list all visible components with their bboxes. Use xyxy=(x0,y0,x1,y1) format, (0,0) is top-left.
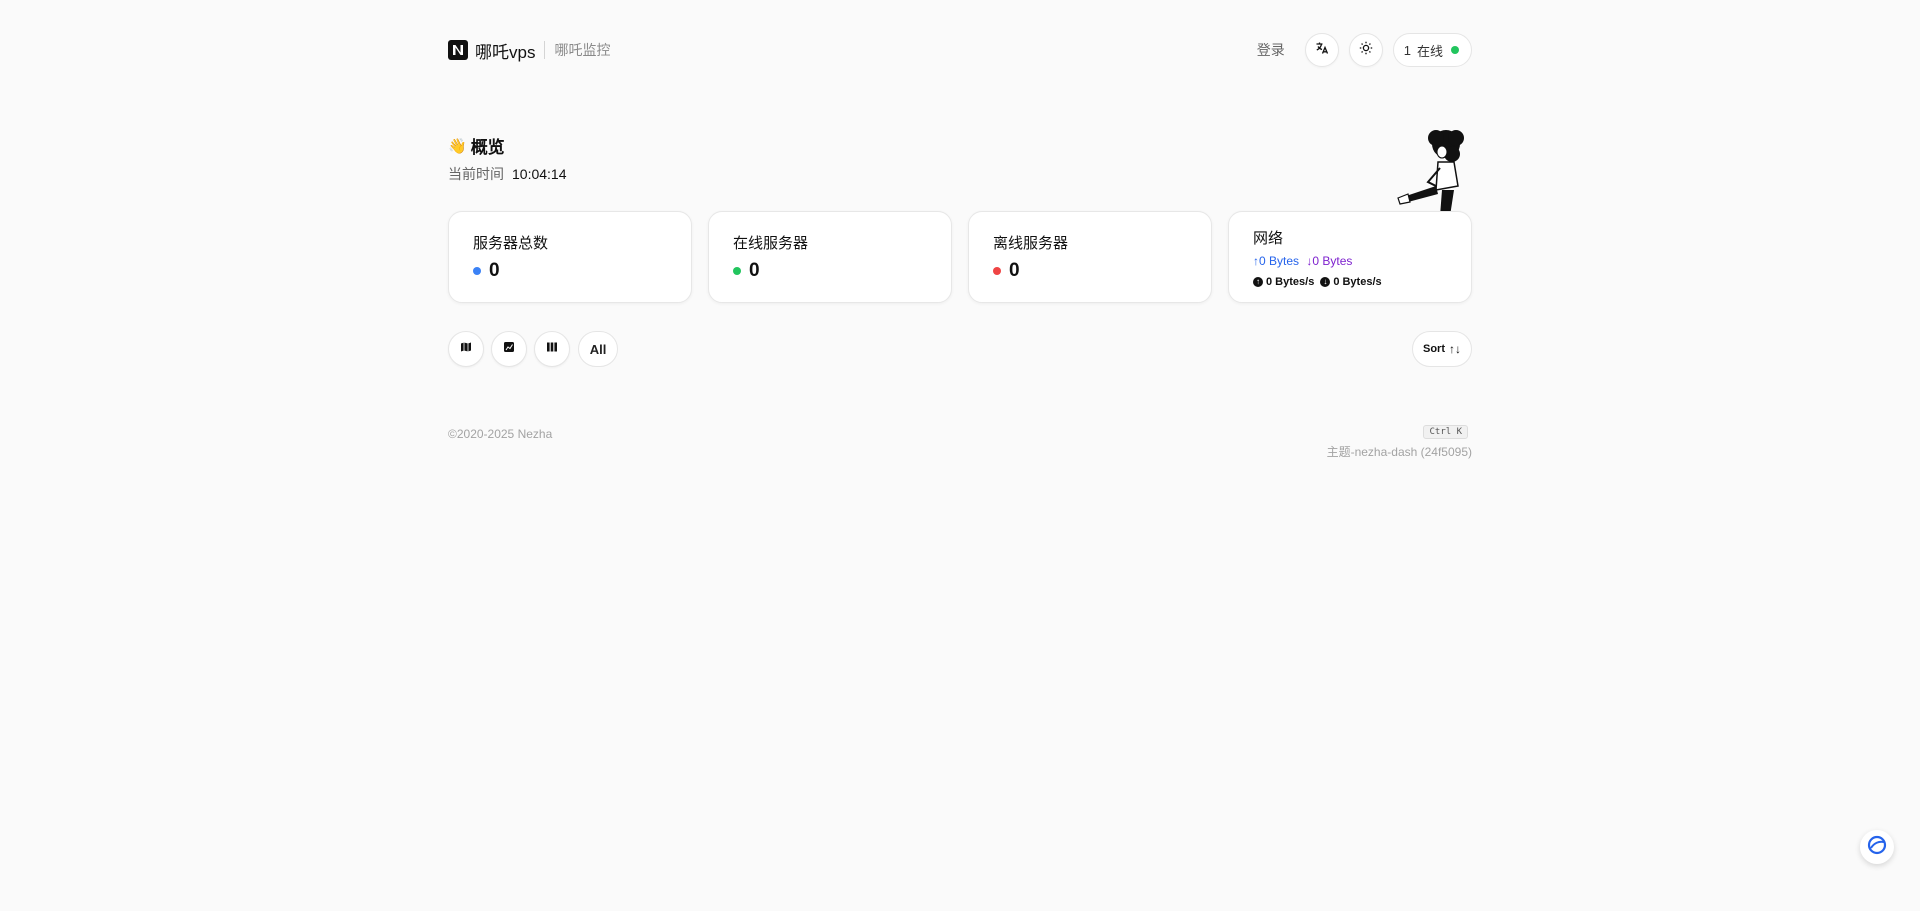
footer-right: Ctrl K 主题-nezha-dash (24f5095) xyxy=(1327,421,1472,460)
arrow-up-circle-icon: ↑ xyxy=(1253,277,1263,287)
sun-icon xyxy=(1359,41,1373,60)
online-status-dot xyxy=(733,267,741,275)
current-time-label: 当前时间 xyxy=(448,166,504,182)
login-link[interactable]: 登录 xyxy=(1257,40,1285,60)
waving-hand-icon: 👋 xyxy=(448,137,467,155)
online-count: 1 xyxy=(1403,42,1411,58)
upload-speed: ↑ 0 Bytes/s xyxy=(1253,276,1314,288)
header-actions: 登录 1 在线 xyxy=(1257,32,1472,68)
sort-label: Sort xyxy=(1423,343,1445,355)
filter-all-button[interactable]: All xyxy=(578,331,618,367)
header: 哪吒vps 哪吒监控 登录 1 在线 xyxy=(448,32,1472,68)
online-label: 在线 xyxy=(1416,43,1443,59)
columns-icon xyxy=(546,340,558,358)
command-shortcut-hint[interactable]: Ctrl K xyxy=(1423,425,1468,439)
offline-status-dot xyxy=(993,267,1001,275)
translate-icon xyxy=(1315,41,1329,60)
offline-servers-value: 0 xyxy=(1009,260,1020,281)
language-button[interactable] xyxy=(1304,33,1339,67)
overview-title: 概览 xyxy=(470,138,505,157)
floating-help-button[interactable] xyxy=(1860,830,1894,864)
overview-section: 👋 概览 当前时间 10:04:14 xyxy=(448,133,567,184)
online-servers-value: 0 xyxy=(749,260,760,281)
sort-arrows-icon: ↑↓ xyxy=(1449,342,1461,356)
total-servers-value-row: 0 xyxy=(473,260,500,282)
online-users-badge: 1 在线 xyxy=(1392,33,1472,67)
online-status-dot xyxy=(1451,46,1459,54)
download-traffic: ↓0 Bytes xyxy=(1306,254,1353,268)
network-traffic: ↑0 Bytes ↓0 Bytes xyxy=(1253,254,1352,268)
chart-view-button[interactable] xyxy=(491,331,527,367)
copyright: ©2020-2025 Nezha xyxy=(448,427,553,441)
total-status-dot xyxy=(473,267,481,275)
offline-servers-card[interactable]: 离线服务器 0 xyxy=(968,211,1212,303)
arrow-down-circle-icon: ↓ xyxy=(1320,277,1331,287)
online-servers-title: 在线服务器 xyxy=(733,235,809,252)
map-view-button[interactable] xyxy=(448,331,484,367)
map-icon xyxy=(460,340,472,358)
online-servers-card[interactable]: 在线服务器 0 xyxy=(708,211,952,303)
brand-divider xyxy=(544,41,546,59)
download-speed-value: 0 Bytes/s xyxy=(1333,276,1382,288)
upload-traffic: ↑0 Bytes xyxy=(1253,254,1300,268)
chat-bubble-icon xyxy=(1866,834,1888,861)
download-speed: ↓ 0 Bytes/s xyxy=(1320,276,1382,288)
current-time: 当前时间 10:04:14 xyxy=(448,164,567,184)
sort-button[interactable]: Sort ↑↓ xyxy=(1412,331,1472,367)
overview-heading: 👋 概览 xyxy=(448,133,567,158)
theme-toggle-button[interactable] xyxy=(1348,33,1383,67)
total-servers-card[interactable]: 服务器总数 0 xyxy=(448,211,692,303)
offline-servers-value-row: 0 xyxy=(993,260,1020,282)
network-title: 网络 xyxy=(1253,230,1284,247)
brand[interactable]: 哪吒vps 哪吒监控 xyxy=(448,32,610,68)
nezha-logo-icon xyxy=(448,40,468,60)
brand-name: 哪吒vps xyxy=(475,42,536,62)
theme-info[interactable]: 主题-nezha-dash (24f5095) xyxy=(1327,443,1472,460)
total-servers-title: 服务器总数 xyxy=(473,235,549,252)
upload-speed-value: 0 Bytes/s xyxy=(1266,276,1315,288)
chart-icon xyxy=(503,340,515,358)
network-speed: ↑ 0 Bytes/s ↓ 0 Bytes/s xyxy=(1253,276,1388,288)
network-card[interactable]: 网络 ↑0 Bytes ↓0 Bytes ↑ 0 Bytes/s ↓ 0 Byt… xyxy=(1228,211,1472,303)
summary-cards: 服务器总数 0 在线服务器 0 离线服务器 0 网络 ↑0 Bytes ↓0 B… xyxy=(448,211,1472,303)
total-servers-value: 0 xyxy=(489,260,500,281)
brand-subtitle: 哪吒监控 xyxy=(554,42,611,58)
offline-servers-title: 离线服务器 xyxy=(993,235,1069,252)
online-servers-value-row: 0 xyxy=(733,260,760,282)
column-view-button[interactable] xyxy=(534,331,570,367)
current-time-value: 10:04:14 xyxy=(512,166,567,182)
view-toolbar: All Sort ↑↓ xyxy=(448,331,1472,367)
